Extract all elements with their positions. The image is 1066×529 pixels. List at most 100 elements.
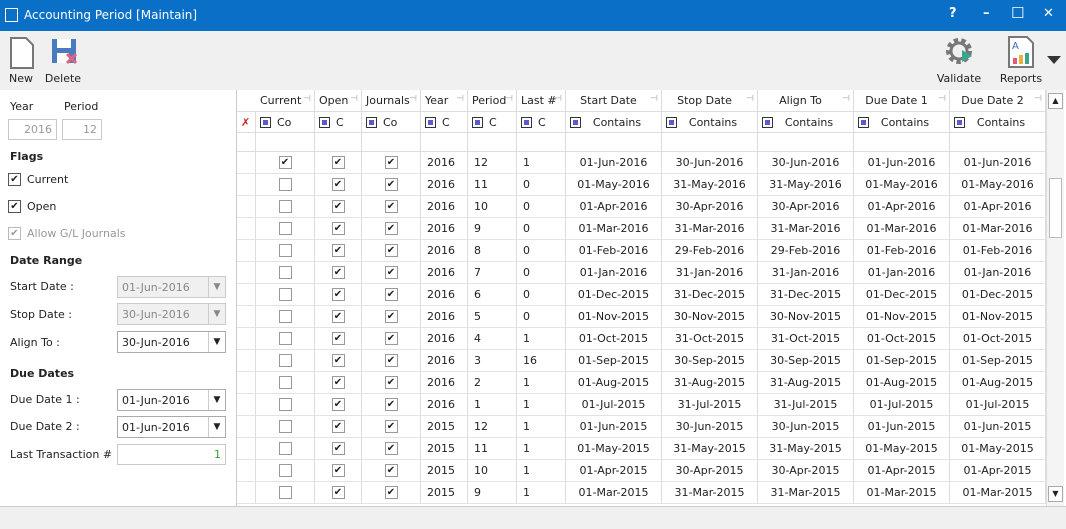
pin-icon[interactable]: ⊣: [505, 94, 513, 104]
grid-cell[interactable]: 31-Dec-2015: [662, 284, 758, 305]
new-row-cell[interactable]: [468, 133, 517, 151]
grid-cell[interactable]: 3: [468, 350, 517, 371]
column-filter[interactable]: C: [468, 112, 517, 132]
new-row-cell[interactable]: [256, 133, 315, 151]
grid-cell[interactable]: 01-Jul-2015: [950, 394, 1046, 415]
grid-checkbox-cell[interactable]: ✔: [315, 152, 362, 173]
table-row[interactable]: ✔ ✔ 2016 3 16 01-Sep-2015 30-Sep-2015 30-Sep-20…: [237, 350, 1046, 372]
row-indicator[interactable]: [237, 438, 256, 459]
column-filter[interactable]: Contains: [854, 112, 950, 132]
journals-checkbox[interactable]: ✔: [384, 178, 398, 191]
grid-cell[interactable]: 2016: [421, 284, 468, 305]
column-header-journals[interactable]: Journals ⊣: [362, 90, 421, 111]
grid-cell[interactable]: 1: [517, 438, 566, 459]
grid-cell[interactable]: 30-Apr-2015: [662, 460, 758, 481]
grid-cell[interactable]: 2016: [421, 240, 468, 261]
grid-cell[interactable]: 31-Jul-2015: [662, 394, 758, 415]
grid-cell[interactable]: 31-Mar-2016: [758, 218, 854, 239]
grid-cell[interactable]: 30-Jun-2016: [662, 152, 758, 173]
new-row-cell[interactable]: [662, 133, 758, 151]
grid-cell[interactable]: 31-May-2015: [758, 438, 854, 459]
open-checkbox[interactable]: ✔: [331, 464, 345, 477]
grid-cell[interactable]: 01-Dec-2015: [854, 284, 950, 305]
grid-cell[interactable]: 01-Feb-2016: [566, 240, 662, 261]
pin-icon[interactable]: ⊣: [1034, 94, 1042, 104]
new-row-cell[interactable]: [362, 133, 421, 151]
grid-checkbox-cell[interactable]: ✔: [362, 438, 421, 459]
pin-icon[interactable]: ⊣: [554, 94, 562, 104]
column-filter[interactable]: Contains: [662, 112, 758, 132]
table-row[interactable]: ✔ ✔ 2016 2 1 01-Aug-2015 31-Aug-2015 31-Aug-201…: [237, 372, 1046, 394]
pin-icon[interactable]: ⊣: [650, 94, 658, 104]
grid-cell[interactable]: 31-Aug-2015: [662, 372, 758, 393]
grid-checkbox-cell[interactable]: [256, 416, 315, 437]
grid-checkbox-cell[interactable]: [256, 328, 315, 349]
grid-checkbox-cell[interactable]: ✔: [362, 482, 421, 503]
row-indicator[interactable]: [237, 350, 256, 371]
journals-checkbox[interactable]: ✔: [384, 244, 398, 257]
grid-checkbox-cell[interactable]: ✔: [315, 218, 362, 239]
grid-checkbox-cell[interactable]: ✔: [315, 482, 362, 503]
grid-cell[interactable]: 1: [517, 482, 566, 503]
table-row[interactable]: ✔ ✔ 2016 10 0 01-Apr-2016 30-Apr-2016 30-Apr-20…: [237, 196, 1046, 218]
grid-cell[interactable]: 01-Mar-2015: [854, 482, 950, 503]
new-row-cell[interactable]: [566, 133, 662, 151]
grid-cell[interactable]: 01-Oct-2015: [950, 328, 1046, 349]
grid-checkbox-cell[interactable]: ✔: [362, 394, 421, 415]
grid-cell[interactable]: 01-Jun-2016: [950, 152, 1046, 173]
grid-cell[interactable]: 30-Apr-2015: [758, 460, 854, 481]
grid-checkbox-cell[interactable]: [256, 372, 315, 393]
table-row[interactable]: ✔ ✔ 2016 1 1 01-Jul-2015 31-Jul-2015 31-Jul-201…: [237, 394, 1046, 416]
column-header-current[interactable]: Current ⊣: [256, 90, 315, 111]
grid-cell[interactable]: 30-Apr-2016: [662, 196, 758, 217]
grid-cell[interactable]: 11: [468, 438, 517, 459]
maximize-button[interactable]: ☐: [1011, 4, 1024, 22]
stop-date-picker[interactable]: 30-Jun-2016 ▼: [117, 303, 226, 325]
grid-checkbox-cell[interactable]: ✔: [315, 394, 362, 415]
grid-cell[interactable]: 31-May-2016: [662, 174, 758, 195]
journals-checkbox[interactable]: ✔: [384, 222, 398, 235]
grid-cell[interactable]: 01-May-2016: [950, 174, 1046, 195]
pin-icon[interactable]: ⊣: [456, 94, 464, 104]
current-checkbox[interactable]: [278, 178, 292, 191]
pin-icon[interactable]: ⊣: [350, 94, 358, 104]
grid-cell[interactable]: 30-Apr-2016: [758, 196, 854, 217]
grid-cell[interactable]: 2016: [421, 218, 468, 239]
grid-cell[interactable]: 31-Jul-2015: [758, 394, 854, 415]
row-indicator[interactable]: [237, 152, 256, 173]
open-checkbox[interactable]: ✔: [331, 376, 345, 389]
row-indicator[interactable]: [237, 174, 256, 195]
grid-cell[interactable]: 01-Apr-2015: [950, 460, 1046, 481]
open-checkbox[interactable]: ✔: [331, 310, 345, 323]
current-checkbox[interactable]: [278, 486, 292, 499]
row-indicator[interactable]: [237, 306, 256, 327]
grid-cell[interactable]: 1: [517, 372, 566, 393]
grid-cell[interactable]: 2015: [421, 438, 468, 459]
column-header-stop-date[interactable]: Stop Date ⊣: [662, 90, 758, 111]
open-checkbox[interactable]: ✔: [331, 244, 345, 257]
grid-cell[interactable]: 30-Jun-2015: [662, 416, 758, 437]
last-transaction-field[interactable]: 1: [117, 444, 226, 465]
grid-cell[interactable]: 01-May-2016: [566, 174, 662, 195]
grid-cell[interactable]: 01-Feb-2016: [854, 240, 950, 261]
grid-cell[interactable]: 2016: [421, 174, 468, 195]
grid-cell[interactable]: 30-Nov-2015: [662, 306, 758, 327]
chevron-down-icon[interactable]: ▼: [208, 332, 225, 352]
current-checkbox[interactable]: [278, 222, 292, 235]
chevron-down-icon[interactable]: ▼: [208, 390, 225, 410]
column-header-due-date-2[interactable]: Due Date 2 ⊣: [950, 90, 1046, 111]
grid-checkbox-cell[interactable]: ✔: [315, 350, 362, 371]
grid-checkbox-cell[interactable]: [256, 240, 315, 261]
grid-cell[interactable]: 2016: [421, 152, 468, 173]
filter-operator-icon[interactable]: [472, 117, 483, 128]
filter-operator-icon[interactable]: [858, 117, 869, 128]
pin-icon[interactable]: ⊣: [842, 94, 850, 104]
column-header-period[interactable]: Period ⊣: [468, 90, 517, 111]
current-checkbox[interactable]: [278, 376, 292, 389]
grid-cell[interactable]: 2016: [421, 372, 468, 393]
help-button[interactable]: ?: [949, 6, 957, 21]
grid-cell[interactable]: 30-Jun-2016: [758, 152, 854, 173]
journals-checkbox[interactable]: ✔: [384, 288, 398, 301]
grid-checkbox-cell[interactable]: ✔: [362, 218, 421, 239]
current-checkbox[interactable]: [278, 244, 292, 257]
